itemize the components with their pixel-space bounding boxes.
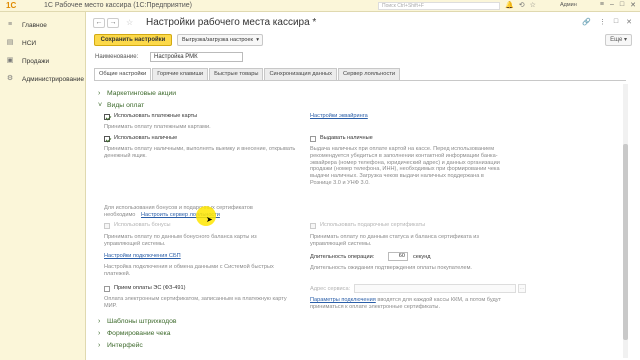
name-label: Наименование: [95,54,139,60]
export-import-button[interactable]: Выгрузка/загрузка настроек ▾ [177,34,263,46]
es-payment-desc: Оплата электронным сертификатом, записан… [104,296,287,309]
tab-bar: Общие настройки Горячие клавиши Быстрые … [94,68,401,80]
chevron-right-icon: › [98,342,101,349]
favorite-star-icon[interactable]: ☆ [126,18,133,27]
service-address-button[interactable]: … [518,284,526,293]
more-button-label: Еще [610,37,623,43]
sidebar-item-sales[interactable]: ▣ Продажи [0,52,85,70]
app-title: 1С Рабочее место кассира (1С:Предприятие… [44,2,192,9]
duration-label: Длительность операции: [310,254,375,260]
global-search-input[interactable]: Поиск Ctrl+Shift+F [378,2,500,10]
more-vertical-icon[interactable]: ⋮ [599,18,606,26]
link-icon[interactable]: 🔗 [582,18,591,26]
connection-params-link[interactable]: Параметры подключения [310,297,376,303]
title-bar: 1С 1С Рабочее место кассира (1С:Предприя… [0,0,640,12]
sbp-settings-link[interactable]: Настройки подключения СБП [104,253,181,260]
menu-icon[interactable]: ≡ [600,1,604,9]
tab-general[interactable]: Общие настройки [94,68,152,80]
export-import-label: Выгрузка/загрузка настроек [182,37,253,43]
close-icon[interactable]: ✕ [630,1,636,9]
duration-unit: секунд [413,254,431,260]
use-gift-cert-checkbox[interactable] [310,223,316,229]
sidebar-item-nsi[interactable]: ▤ НСИ [0,34,85,52]
tab-data-sync[interactable]: Синхронизация данных [264,68,337,80]
book-icon: ▤ [6,39,14,46]
use-cash-desc: Принимать оплату наличными, выполнять вы… [104,146,296,159]
duration-input[interactable]: 60 [388,252,408,261]
forward-button[interactable]: → [107,18,119,28]
service-address-input[interactable] [354,284,516,293]
use-cards-desc: Принимать оплату платежными картами. [104,124,211,130]
sidebar-item-label: Администрирование [22,75,84,83]
issue-cash-label: Выдавать наличные [320,135,373,141]
user-name[interactable]: Админ [560,2,577,8]
section-title: Интерфейс [107,342,143,349]
star-icon[interactable]: ☆ [530,1,536,9]
use-cash-label: Использовать наличные [114,135,178,141]
save-settings-button[interactable]: Сохранить настройки [94,34,172,46]
use-gift-cert-label: Использовать подарочные сертификаты [320,222,426,228]
service-params-text: Параметры подключения вводятся для каждо… [310,297,510,311]
gear-icon: ⚙ [6,75,14,82]
section-marketing[interactable]: › Маркетинговые акции [98,90,176,97]
minimize-icon[interactable]: – [610,1,614,9]
section-receipt[interactable]: › Формирование чека [98,330,171,337]
acquiring-settings-link[interactable]: Настройки эквайринга [310,113,368,120]
use-cards-label: Использовать платежные карты [114,113,198,119]
section-interface[interactable]: › Интерфейс [98,342,143,349]
section-title: Формирование чека [107,330,171,337]
maximize-icon[interactable]: □ [620,1,624,9]
sidebar-item-label: НСИ [22,39,37,47]
es-payment-label: Прием оплаты ЭС (ФЗ-491) [114,285,186,291]
use-cash-checkbox[interactable] [104,136,110,142]
chevron-right-icon: › [98,318,101,325]
duration-desc: Длительность ожидания подтверждения опла… [310,265,472,271]
more-button[interactable]: Еще ▾ [605,34,632,46]
section-payments[interactable]: ˅ Виды оплат [98,102,144,109]
tab-quick-goods[interactable]: Быстрые товары [209,68,264,80]
sidebar-item-main[interactable]: ≡ Главное [0,16,85,34]
section-title: Маркетинговые акции [107,90,177,97]
name-input[interactable]: Настройка РМК [150,52,243,62]
chevron-down-icon: ˅ [98,102,103,109]
sidebar: ≡ Главное ▤ НСИ ▣ Продажи ⚙ Администриро… [0,12,86,360]
use-bonuses-label: Использовать бонусы [114,222,171,228]
cart-icon: ▣ [6,57,14,64]
back-button[interactable]: ← [93,18,105,28]
use-cards-checkbox[interactable] [104,114,110,120]
section-title: Шаблоны штрихкодов [107,318,177,325]
scroll-thumb[interactable] [623,144,628,340]
use-gift-cert-desc: Принимать оплату по данным статуса и бал… [310,234,479,247]
maximize-icon[interactable]: □ [614,18,618,26]
history-icon[interactable]: ⟲ [519,1,525,9]
page-title: Настройки рабочего места кассира * [146,17,317,28]
section-barcodes[interactable]: › Шаблоны штрихкодов [98,318,177,325]
sbp-desc: Настройка подключения и обмена данными с… [104,264,274,277]
menu-icon: ≡ [7,21,13,28]
chevron-right-icon: › [98,330,101,337]
es-payment-checkbox[interactable] [104,286,110,292]
app-logo: 1С [6,0,17,10]
use-bonuses-desc: Принимать оплату по данным бонусного бал… [104,234,257,247]
chevron-right-icon: › [98,90,101,97]
issue-cash-checkbox[interactable] [310,136,316,142]
sidebar-item-label: Продажи [22,57,50,65]
mouse-pointer-icon: ➤ [206,215,213,224]
tab-loyalty-server[interactable]: Сервер лояльности [337,68,401,80]
tab-hotkeys[interactable]: Горячие клавиши [152,68,209,80]
chevron-down-icon: ▾ [256,37,259,43]
service-address-label: Адрес сервиса: [310,286,351,292]
section-title: Виды оплат [107,102,145,109]
use-bonuses-checkbox[interactable] [104,223,110,229]
scrollbar[interactable] [623,84,628,358]
close-icon[interactable]: ✕ [626,18,632,26]
settings-form: ← → ☆ Настройки рабочего места кассира *… [86,12,640,360]
sidebar-item-label: Главное [22,21,47,29]
sidebar-item-admin[interactable]: ⚙ Администрирование [0,70,85,88]
bell-icon[interactable]: 🔔 [505,1,514,9]
issue-cash-desc: Выдача наличных при оплате картой на кас… [310,146,500,186]
